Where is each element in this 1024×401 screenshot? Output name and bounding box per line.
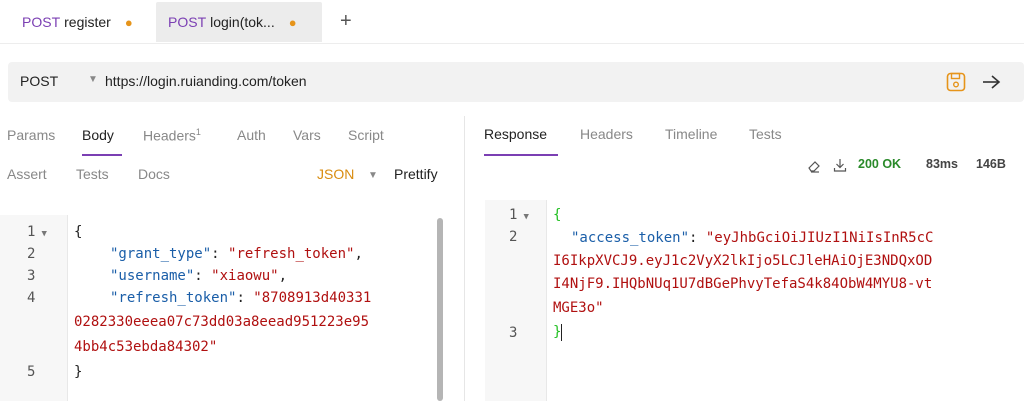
pane-divider[interactable] bbox=[464, 116, 465, 401]
tab-method: POST bbox=[168, 14, 207, 30]
response-size: 146B bbox=[976, 157, 1006, 171]
tab-vars[interactable]: Vars bbox=[293, 127, 321, 143]
body-format-select[interactable]: JSON bbox=[317, 166, 354, 182]
tab-params[interactable]: Params bbox=[7, 127, 55, 143]
code-line: { bbox=[74, 221, 82, 243]
unsaved-dot-icon: ● bbox=[124, 14, 133, 30]
line-number: 4 bbox=[27, 290, 36, 306]
tab-response-headers[interactable]: Headers bbox=[580, 126, 633, 142]
headers-count-badge: 1 bbox=[195, 127, 201, 137]
line-number: 1 ▼ bbox=[27, 224, 47, 240]
text-cursor bbox=[561, 323, 563, 341]
tab-docs[interactable]: Docs bbox=[138, 166, 170, 182]
tab-post-login-token[interactable]: POST login(tok... ● bbox=[156, 2, 322, 42]
json-value: "8708913d40331 bbox=[253, 290, 372, 306]
json-value: "xiaowu" bbox=[211, 268, 279, 284]
brace: } bbox=[74, 364, 83, 380]
code-line: 4bb4c53ebda84302" bbox=[74, 339, 218, 355]
line-number: 3 bbox=[27, 268, 36, 284]
tab-label: login(tok... bbox=[210, 14, 275, 30]
tab-script[interactable]: Script bbox=[348, 127, 384, 143]
tab-headers-label: Headers bbox=[143, 127, 196, 144]
code-line: I4NjF9.IHQbNUq1U7dBGePhvyTefaS4k84ObW4MY… bbox=[553, 276, 933, 292]
code-line: "username": "xiaowu", bbox=[110, 268, 288, 284]
tab-response-tests[interactable]: Tests bbox=[749, 126, 782, 142]
send-arrow-icon[interactable] bbox=[980, 72, 1002, 92]
prettify-button[interactable]: Prettify bbox=[394, 166, 438, 182]
chevron-down-icon[interactable]: ▼ bbox=[88, 74, 98, 85]
tab-label: register bbox=[64, 14, 111, 30]
brace: } bbox=[553, 324, 562, 340]
request-body-editor[interactable]: 1 ▼ 2 3 4 5 { "grant_type": "refresh_toke… bbox=[0, 215, 464, 401]
tab-assert[interactable]: Assert bbox=[7, 166, 47, 182]
request-tab-bar: POST register ● POST login(tok... ● + bbox=[0, 0, 1024, 44]
tab-headers[interactable]: Headers1 bbox=[143, 127, 201, 144]
editor-scrollbar[interactable] bbox=[437, 218, 443, 401]
fold-chevron-icon[interactable]: ▼ bbox=[523, 212, 528, 222]
code-line: 0282330eeea07c73dd03a8eead951223e95 bbox=[74, 314, 370, 330]
code-line: "access_token": "eyJhbGciOiJIUzI1NiIsInR… bbox=[571, 230, 934, 246]
save-icon[interactable] bbox=[945, 71, 967, 93]
line-number: 2 bbox=[509, 229, 518, 245]
new-tab-button[interactable]: + bbox=[340, 10, 352, 33]
code-line: } bbox=[74, 361, 82, 383]
line-number: 3 bbox=[509, 325, 518, 341]
code-line: I6IkpXVCJ9.eyJ1c2VyX2lkIjo5LCJleHAiOjE3N… bbox=[553, 253, 933, 269]
unsaved-dot-icon: ● bbox=[288, 14, 297, 30]
download-icon[interactable] bbox=[832, 157, 848, 173]
code-line: MGE3o" bbox=[553, 300, 604, 316]
json-key: "grant_type" bbox=[110, 246, 212, 262]
active-tab-indicator bbox=[484, 154, 558, 156]
chevron-down-icon[interactable]: ▼ bbox=[368, 170, 378, 181]
tab-timeline[interactable]: Timeline bbox=[665, 126, 717, 142]
url-input[interactable]: https://login.ruianding.com/token bbox=[105, 73, 307, 89]
fold-chevron-icon[interactable]: ▼ bbox=[41, 229, 46, 239]
code-line: "grant_type": "refresh_token", bbox=[110, 246, 363, 262]
response-time: 83ms bbox=[926, 157, 958, 171]
line-number-text: 1 bbox=[27, 224, 36, 240]
code-line: { bbox=[553, 207, 562, 223]
code-line: "refresh_token": "8708913d40331 bbox=[110, 290, 372, 306]
brace: { bbox=[74, 224, 83, 240]
tab-tests[interactable]: Tests bbox=[76, 166, 109, 182]
line-number: 5 bbox=[27, 364, 36, 380]
line-number: 1 ▼ bbox=[509, 207, 529, 223]
json-value: "eyJhbGciOiJIUzI1NiIsInR5cC bbox=[705, 230, 934, 246]
json-value: "refresh_token" bbox=[228, 246, 355, 262]
active-tab-indicator bbox=[82, 154, 122, 156]
url-bar: POST ▼ https://login.ruianding.com/token bbox=[8, 62, 1024, 102]
status-badge: 200 OK bbox=[858, 157, 902, 171]
tab-body[interactable]: Body bbox=[82, 127, 114, 143]
tab-post-register[interactable]: POST register ● bbox=[10, 2, 150, 42]
tab-auth[interactable]: Auth bbox=[237, 127, 266, 143]
json-key: "username" bbox=[110, 268, 195, 284]
response-body-viewer[interactable]: 1 ▼ 2 3 { "access_token": "eyJhbGciOiJIUz… bbox=[485, 200, 1024, 401]
line-number: 2 bbox=[27, 246, 36, 262]
eraser-icon[interactable] bbox=[806, 158, 822, 174]
method-select[interactable]: POST bbox=[20, 73, 58, 89]
tab-response[interactable]: Response bbox=[484, 126, 547, 142]
line-number-text: 1 bbox=[509, 207, 518, 223]
tab-method: POST bbox=[22, 14, 61, 30]
code-line: } bbox=[553, 321, 563, 343]
json-key: "refresh_token" bbox=[110, 290, 237, 306]
json-key: "access_token" bbox=[571, 230, 690, 246]
